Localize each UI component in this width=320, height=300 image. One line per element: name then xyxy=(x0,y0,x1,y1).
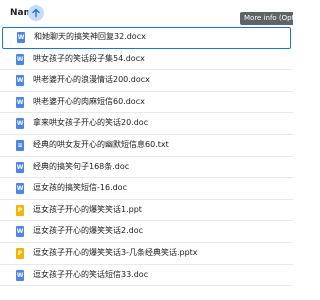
doc-file-icon: W xyxy=(16,161,24,173)
file-row[interactable]: P 逗女孩子开心的爆笑笑话1.ppt xyxy=(0,200,293,222)
file-name: 逗女孩子开心的爆笑笑话3-几条经典笑话.pptx xyxy=(33,247,198,257)
file-row[interactable]: W 哄老婆开心的浪漫情话200.docx xyxy=(0,70,293,92)
file-row[interactable]: W 哄老婆开心的肉麻短信60.docx xyxy=(0,92,293,114)
doc-file-icon: W xyxy=(16,183,24,195)
arrow-up-icon xyxy=(32,8,40,18)
file-row[interactable]: W 逗女孩子开心的笑话短信33.doc xyxy=(0,265,293,287)
file-name: 哄老婆开心的肉麻短信60.docx xyxy=(33,96,145,106)
doc-file-icon: W xyxy=(16,53,24,65)
file-row[interactable]: W 和她聊天的搞笑神回复32.docx xyxy=(2,27,291,49)
file-row[interactable]: W 哄女孩子的笑话段子集54.docx xyxy=(0,49,293,71)
file-row[interactable]: W 经典的搞笑句子168条.doc xyxy=(0,157,293,179)
slides-file-icon: P xyxy=(16,204,24,216)
file-row[interactable]: W 拿来哄女孩子开心的笑话20.doc xyxy=(0,113,293,135)
file-list: W 和她聊天的搞笑神回复32.docx W 哄女孩子的笑话段子集54.docx W 哄老婆… xyxy=(0,27,293,287)
file-name: 哄老婆开心的浪漫情话200.docx xyxy=(33,75,150,85)
file-row[interactable]: ≡ 经典的哄女友开心的幽默短信息60.txt xyxy=(0,135,293,157)
more-info-tooltip: More info (Option xyxy=(240,12,293,25)
file-name: 和她聊天的搞笑神回复32.docx xyxy=(34,32,146,41)
file-name: 逗女孩子开心的笑话短信33.doc xyxy=(33,269,149,279)
file-row[interactable]: W 逗女孩子开心的爆笑笑话2.doc xyxy=(0,221,293,243)
file-name: 经典的搞笑句子168条.doc xyxy=(33,161,130,171)
file-name: 拿来哄女孩子开心的笑话20.doc xyxy=(33,118,149,128)
doc-file-icon: W xyxy=(16,96,24,108)
doc-file-icon: W xyxy=(16,75,24,87)
sort-ascending-button[interactable] xyxy=(28,5,44,21)
file-name: 逗女孩子开心的爆笑笑话2.doc xyxy=(33,226,144,236)
file-row[interactable]: W 逗女孩的搞笑短信-16.doc xyxy=(0,178,293,200)
list-header: Name More info (Option xyxy=(0,0,293,27)
file-name: 逗女孩子开心的爆笑笑话1.ppt xyxy=(33,204,142,214)
doc-file-icon: W xyxy=(16,118,24,130)
slides-file-icon: P xyxy=(16,247,24,259)
file-name: 经典的哄女友开心的幽默短信息60.txt xyxy=(33,139,169,149)
file-row[interactable]: P 逗女孩子开心的爆笑笑话3-几条经典笑话.pptx xyxy=(0,243,293,265)
doc-file-icon: W xyxy=(16,269,24,281)
doc-file-icon: W xyxy=(17,32,25,43)
text-file-icon: ≡ xyxy=(16,139,24,151)
file-name: 逗女孩的搞笑短信-16.doc xyxy=(33,183,127,193)
doc-file-icon: W xyxy=(16,226,24,238)
file-browser: Name More info (Option W 和她聊天的搞笑神回复32.doc… xyxy=(0,0,293,300)
file-name: 哄女孩子的笑话段子集54.docx xyxy=(33,53,145,63)
